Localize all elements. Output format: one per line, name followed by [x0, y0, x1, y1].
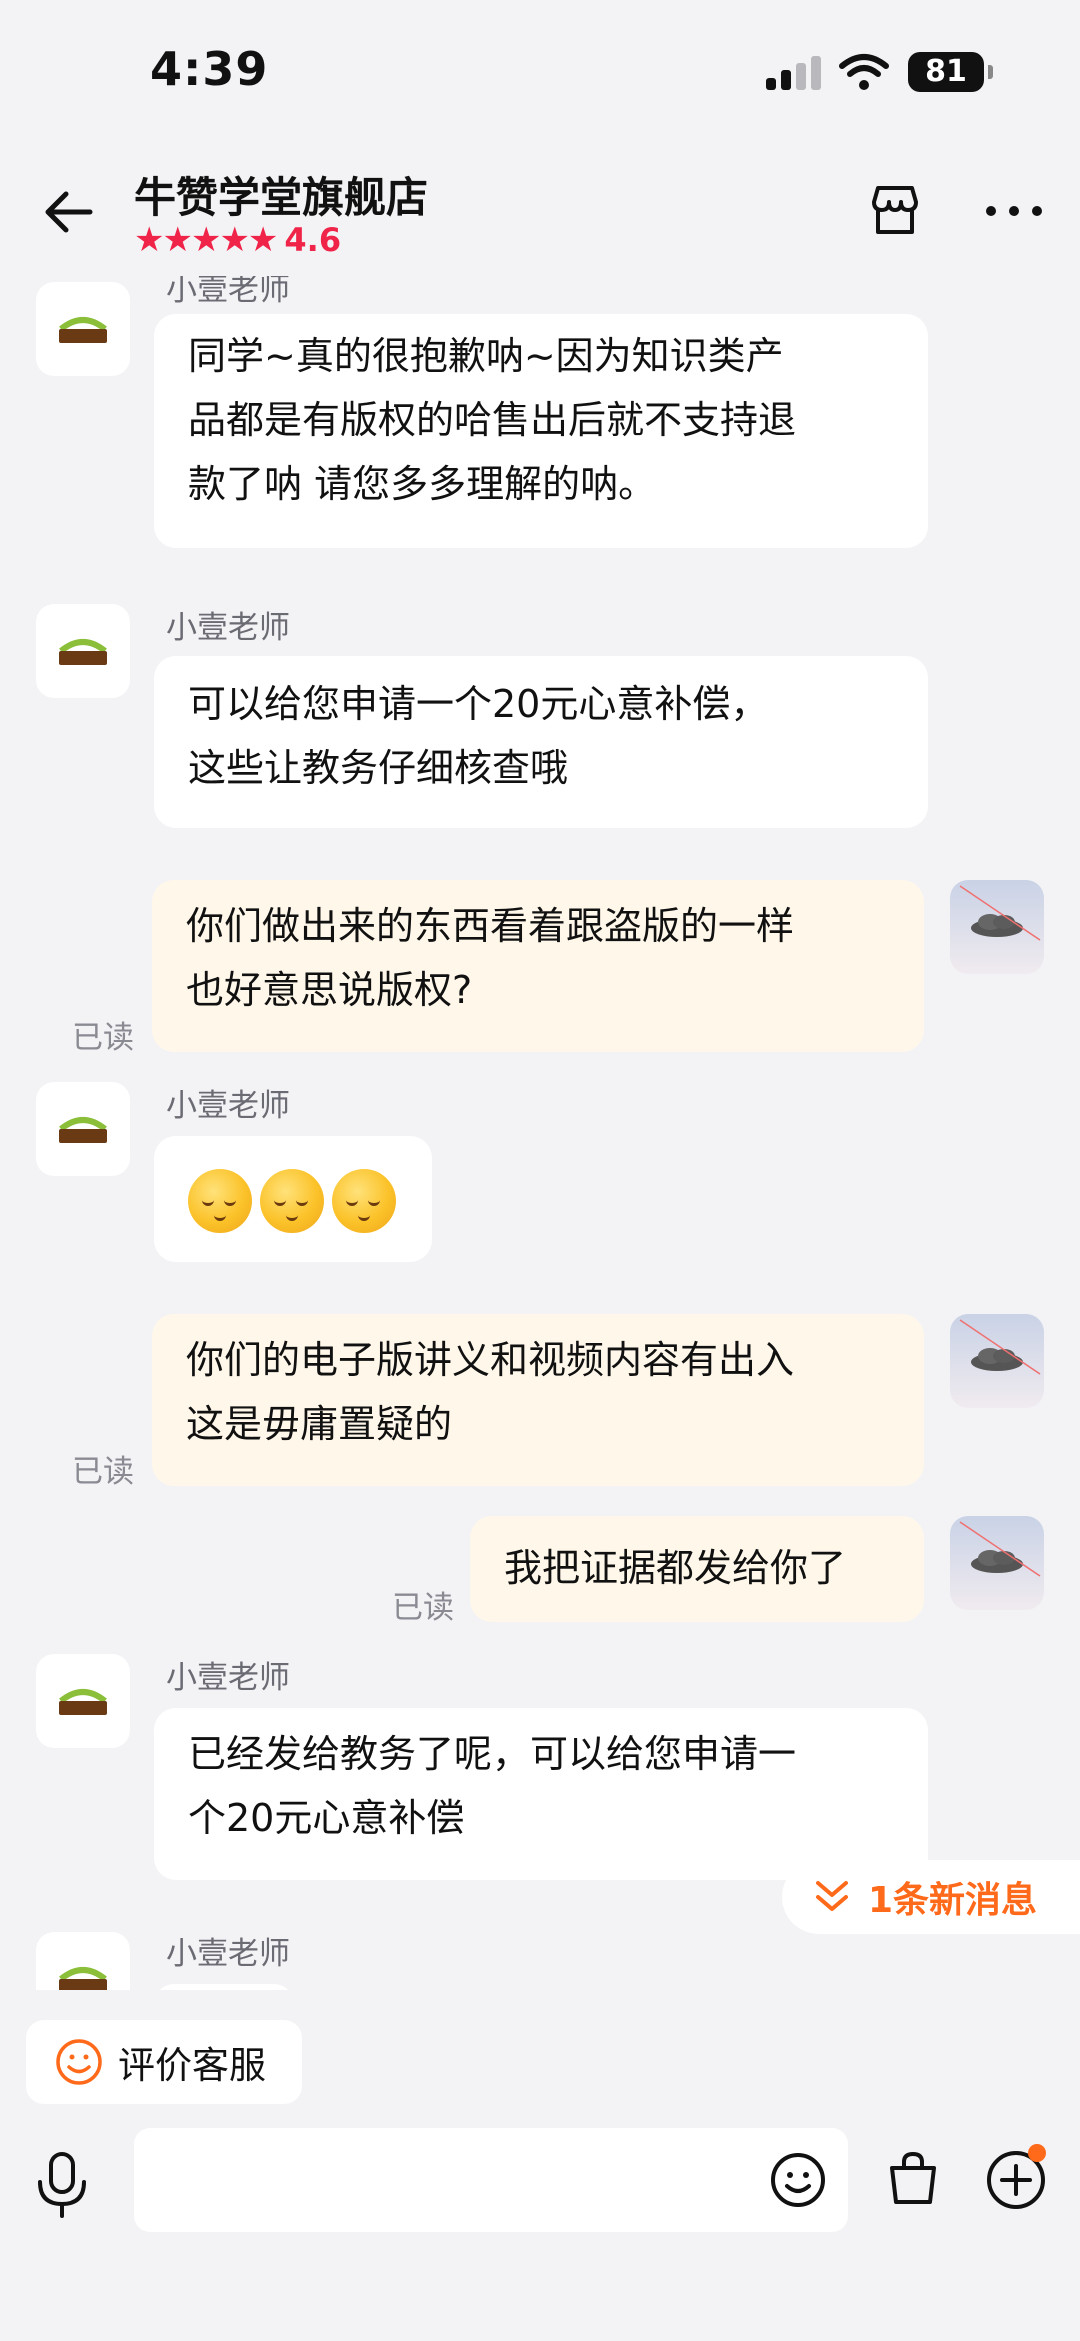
signal-icon: [766, 56, 822, 90]
sender-name: 小壹老师: [166, 1660, 290, 1696]
read-status: 已读: [72, 1020, 134, 1056]
status-bar: 4:39 81: [0, 0, 1080, 150]
user-avatar-image: [950, 880, 1044, 974]
message-line: 这些让教务仔细核查哦: [188, 746, 569, 790]
chat-header: 牛赞学堂旗舰店 ★★★★★ 4.6: [0, 150, 1080, 276]
message-bubble-outgoing[interactable]: 你们的电子版讲义和视频内容有出入 这是毋庸置疑的: [152, 1314, 924, 1486]
new-message-label: 1条新消息: [868, 1880, 1038, 1921]
shop-logo-icon: [59, 1117, 107, 1143]
message-line: 我把证据都发给你了: [504, 1546, 847, 1590]
shop-logo-icon: [59, 317, 107, 343]
rating-stars-icon: ★★★★★: [134, 220, 278, 260]
back-arrow-icon[interactable]: [40, 184, 96, 240]
shop-avatar[interactable]: [36, 604, 130, 698]
emoji-icon[interactable]: [768, 2150, 828, 2210]
new-message-tip[interactable]: 1条新消息: [782, 1860, 1080, 1934]
message-bubble-emoji[interactable]: [154, 1136, 432, 1262]
pensive-face-icon: [332, 1168, 396, 1233]
message-line: 你们的电子版讲义和视频内容有出入: [186, 1338, 795, 1382]
rating-value: 4.6: [284, 221, 342, 259]
user-avatar[interactable]: [950, 1516, 1044, 1610]
shop-avatar[interactable]: [36, 1654, 130, 1748]
smile-icon: [56, 2039, 102, 2085]
shop-rating: ★★★★★ 4.6: [134, 220, 341, 260]
read-status: 已读: [392, 1590, 454, 1626]
shop-logo-icon: [59, 1689, 107, 1715]
input-bar: [0, 2110, 1080, 2341]
message-line: 已经发给教务了呢，可以给您申请一: [188, 1732, 797, 1776]
user-avatar-image: [950, 1516, 1044, 1610]
double-chevron-down-icon: [816, 1881, 848, 1911]
user-avatar-image: [950, 1314, 1044, 1408]
store-icon[interactable]: [864, 180, 926, 242]
shop-avatar[interactable]: [36, 282, 130, 376]
message-line: 你们做出来的东西看着跟盗版的一样: [186, 904, 795, 948]
message-line: 个20元心意补偿: [188, 1796, 465, 1840]
message-bubble[interactable]: [154, 1984, 294, 1990]
microphone-icon[interactable]: [32, 2150, 92, 2220]
more-icon[interactable]: [984, 204, 1044, 218]
message-line: 品都是有版权的哈售出后就不支持退: [188, 398, 797, 442]
shop-logo-icon: [59, 639, 107, 665]
pensive-face-icon: [260, 1168, 324, 1233]
message-input[interactable]: [134, 2128, 848, 2232]
message-bubble[interactable]: 可以给您申请一个20元心意补偿， 这些让教务仔细核查哦: [154, 656, 928, 828]
message-line: 同学~真的很抱歉呐~因为知识类产: [188, 334, 784, 378]
chat-messages[interactable]: 小壹老师 同学~真的很抱歉呐~因为知识类产 品都是有版权的哈售出后就不支持退 款…: [0, 276, 1080, 1990]
shopping-bag-icon[interactable]: [882, 2148, 944, 2210]
user-avatar[interactable]: [950, 1314, 1044, 1408]
message-bubble[interactable]: 已经发给教务了呢，可以给您申请一 个20元心意补偿: [154, 1708, 928, 1880]
sender-name: 小壹老师: [166, 1936, 290, 1972]
battery-indicator: 81: [908, 52, 993, 92]
wifi-icon: [839, 54, 889, 90]
rate-service-button[interactable]: 评价客服: [26, 2020, 302, 2104]
status-time: 4:39: [150, 42, 269, 96]
sender-name: 小壹老师: [166, 276, 290, 308]
read-status: 已读: [72, 1454, 134, 1490]
pensive-face-icon: [188, 1168, 252, 1233]
notification-dot: [1028, 2144, 1046, 2162]
message-line: 可以给您申请一个20元心意补偿，: [188, 682, 769, 726]
shop-avatar[interactable]: [36, 1932, 130, 1990]
rate-service-label: 评价客服: [118, 2044, 266, 2087]
shop-avatar[interactable]: [36, 1082, 130, 1176]
message-bubble-outgoing[interactable]: 我把证据都发给你了: [470, 1516, 924, 1622]
shop-logo-icon: [59, 1967, 107, 1990]
message-line: 也好意思说版权?: [186, 968, 473, 1012]
shop-name[interactable]: 牛赞学堂旗舰店: [134, 164, 428, 225]
sender-name: 小壹老师: [166, 1088, 290, 1124]
message-line: 这是毋庸置疑的: [186, 1402, 453, 1446]
sender-name: 小壹老师: [166, 610, 290, 646]
message-bubble-outgoing[interactable]: 你们做出来的东西看着跟盗版的一样 也好意思说版权?: [152, 880, 924, 1052]
message-bubble[interactable]: 同学~真的很抱歉呐~因为知识类产 品都是有版权的哈售出后就不支持退 款了呐 请您…: [154, 314, 928, 548]
user-avatar[interactable]: [950, 880, 1044, 974]
message-line: 款了呐 请您多多理解的呐。: [188, 462, 657, 506]
